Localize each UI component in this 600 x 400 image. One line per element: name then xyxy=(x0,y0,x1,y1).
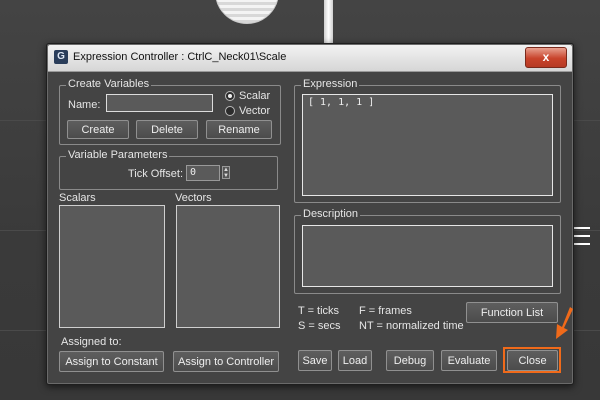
legend-frames: F = frames xyxy=(359,305,412,317)
name-input[interactable] xyxy=(106,94,213,112)
vectors-label: Vectors xyxy=(175,192,212,204)
debug-button[interactable]: Debug xyxy=(386,350,434,371)
variable-parameters-group: Variable Parameters Tick Offset: 0 ▲ ▼ xyxy=(59,149,278,190)
create-button[interactable]: Create xyxy=(67,120,129,139)
window-title: Expression Controller : CtrlC_Neck01\Sca… xyxy=(73,51,287,63)
app-icon: G xyxy=(54,50,68,64)
window-close-button[interactable]: x xyxy=(525,47,567,68)
delete-button[interactable]: Delete xyxy=(136,120,198,139)
sphere-object xyxy=(215,0,279,24)
group-label: Expression xyxy=(301,78,360,90)
scalars-list[interactable] xyxy=(59,205,165,328)
name-label: Name: xyxy=(68,99,101,111)
pointer-arrow-icon xyxy=(556,307,573,339)
evaluate-button[interactable]: Evaluate xyxy=(441,350,497,371)
title-bar[interactable]: G Expression Controller : CtrlC_Neck01\S… xyxy=(48,45,572,72)
tick-offset-label: Tick Offset: xyxy=(128,168,184,180)
load-button[interactable]: Load xyxy=(338,350,372,371)
pole-object xyxy=(324,0,333,48)
vector-radio[interactable] xyxy=(225,106,235,116)
group-label: Description xyxy=(301,208,361,220)
vectors-list[interactable] xyxy=(176,205,280,328)
assigned-to-label: Assigned to: xyxy=(61,336,122,348)
vector-label: Vector xyxy=(239,105,271,117)
legend-secs: S = secs xyxy=(298,320,341,332)
legend-normalized-time: NT = normalized time xyxy=(359,320,464,332)
assign-to-constant-button[interactable]: Assign to Constant xyxy=(59,351,164,372)
expression-group: Expression [ 1, 1, 1 ] xyxy=(294,78,561,203)
scalars-label: Scalars xyxy=(59,192,96,204)
description-group: Description xyxy=(294,208,561,294)
scalar-label: Scalar xyxy=(239,90,271,102)
expression-textarea[interactable]: [ 1, 1, 1 ] xyxy=(302,94,553,196)
expression-controller-window: G Expression Controller : CtrlC_Neck01\S… xyxy=(46,43,574,385)
tick-offset-spinner[interactable]: ▲ ▼ xyxy=(222,166,230,179)
create-variables-group: Create Variables Name: Scalar Vector Cre… xyxy=(59,78,281,145)
assign-to-controller-button[interactable]: Assign to Controller xyxy=(173,351,279,372)
group-label: Variable Parameters xyxy=(66,149,170,161)
legend-ticks: T = ticks xyxy=(298,305,340,317)
rename-button[interactable]: Rename xyxy=(206,120,272,139)
tick-offset-input[interactable]: 0 xyxy=(186,165,220,181)
group-label: Create Variables xyxy=(66,78,152,90)
scalar-radio[interactable] xyxy=(225,91,235,101)
save-button[interactable]: Save xyxy=(298,350,332,371)
function-list-button[interactable]: Function List xyxy=(466,302,558,323)
close-highlight-box xyxy=(503,347,561,373)
description-textarea[interactable] xyxy=(302,225,553,287)
